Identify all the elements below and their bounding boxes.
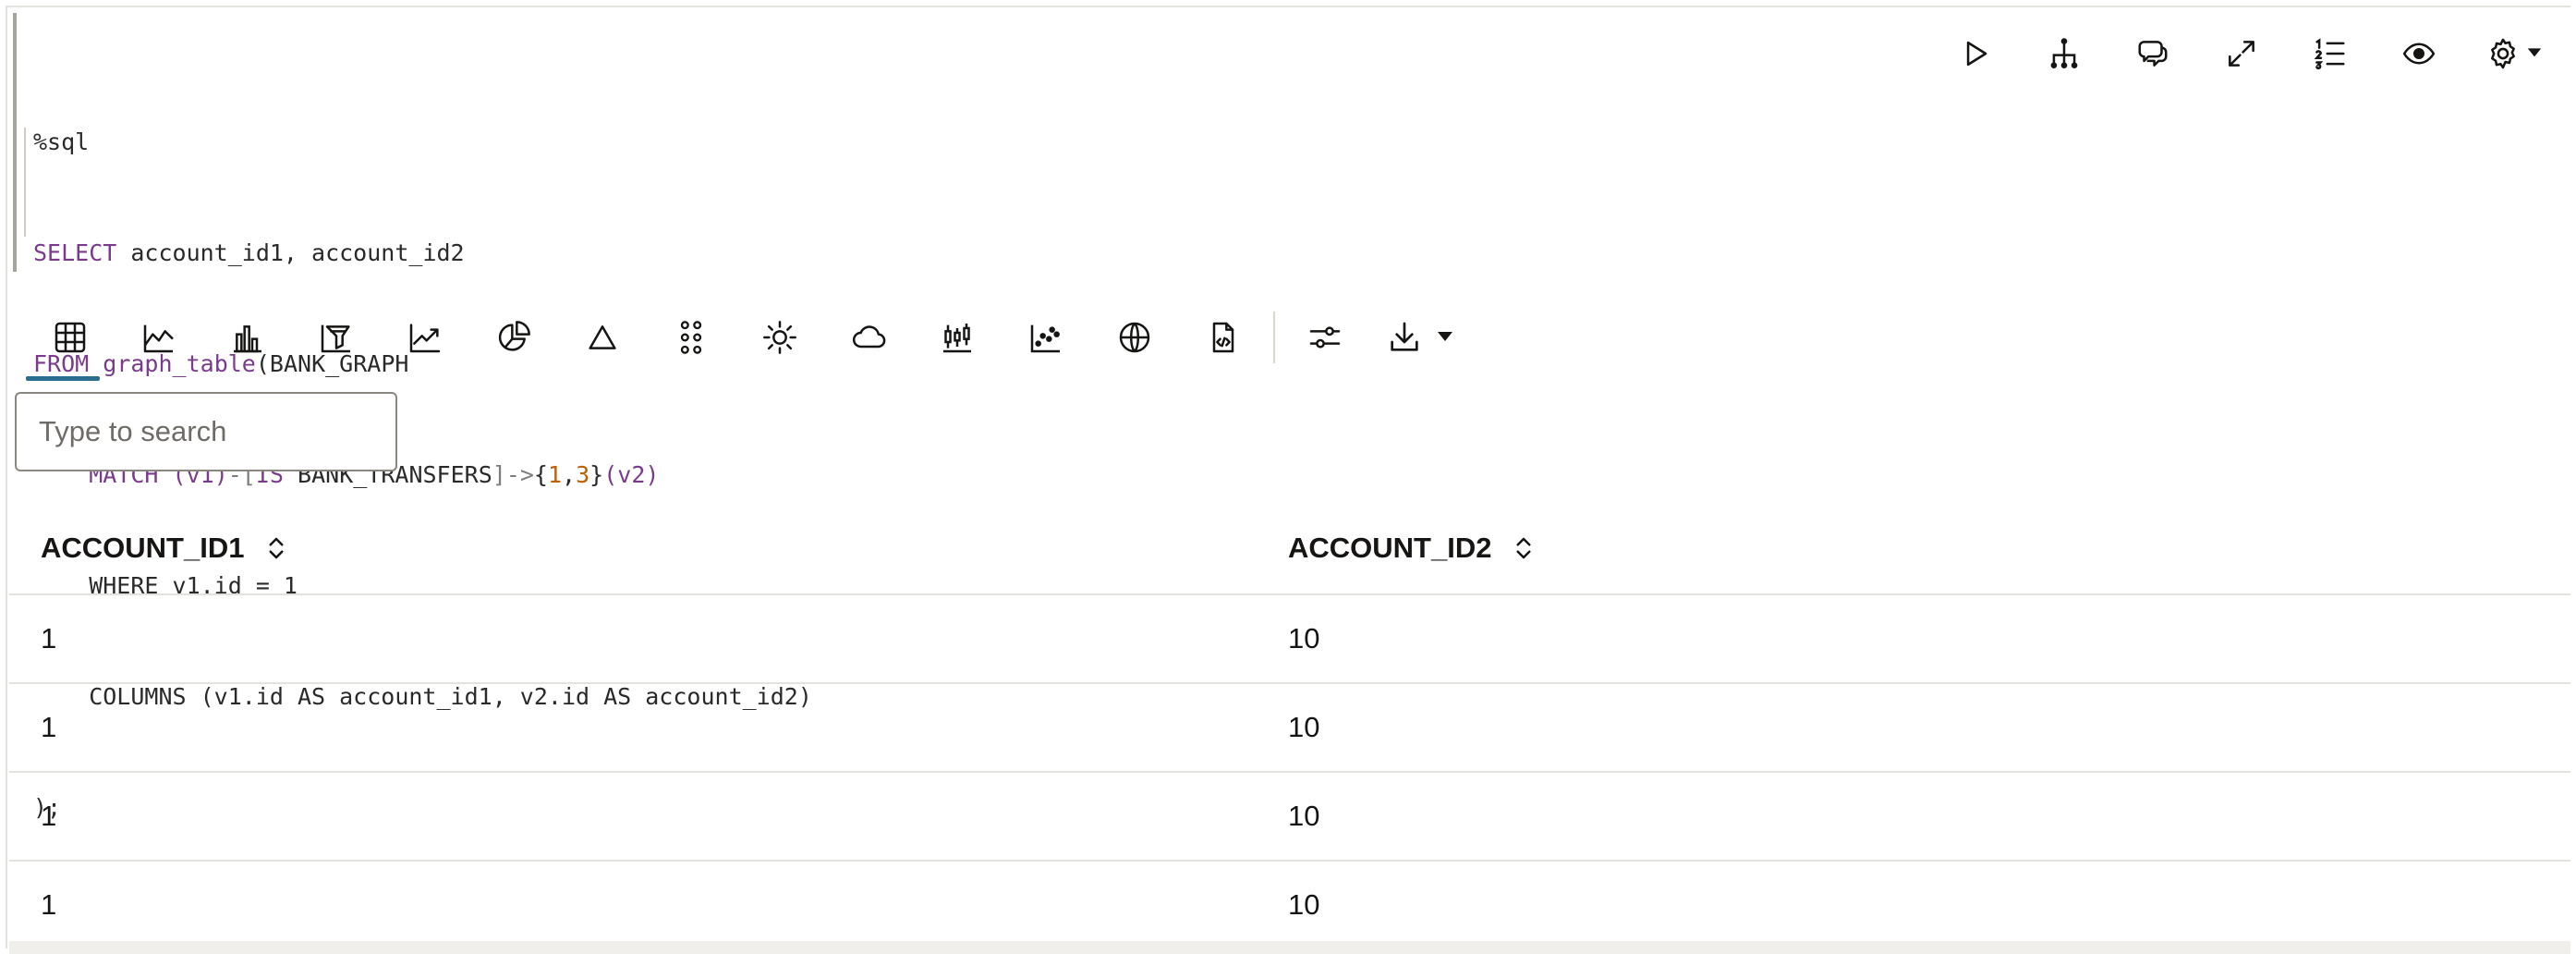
column-header-account-id2[interactable]: ACCOUNT_ID2 [1281,532,2570,565]
paragraph-actions-toolbar [1931,28,2565,80]
map-globe-icon [1119,322,1150,353]
pyramid-chart-icon [589,325,616,349]
scatter-plot-button[interactable] [1002,298,1090,377]
code-line-2: SELECT account_id1, account_id2 [33,235,1898,272]
table-cell: 1 [41,711,57,743]
code-text: SELECT account_id1, account_id2 [33,239,465,266]
settings-sliders-icon [1309,326,1341,349]
funnel-chart-button[interactable] [292,298,381,377]
indent-guide [24,128,26,237]
map-button[interactable] [1090,298,1179,377]
sort-icon[interactable] [1510,534,1537,562]
settings-menu-button[interactable] [2463,28,2565,80]
sunburst-button[interactable] [735,298,824,377]
caret-down-icon [2526,43,2543,65]
expand-icon [2229,41,2254,67]
run-icon [1966,41,1987,67]
results-table: ACCOUNT_ID1 ACCOUNT_ID2 1 10 1 10 1 10 1… [9,503,2570,950]
table-view-button[interactable] [26,298,115,381]
pyramid-chart-button[interactable] [558,298,647,377]
table-cell: 10 [1288,711,1320,743]
line-chart-icon [409,324,441,353]
tag-cloud-button[interactable] [824,298,913,377]
comment-icon [2138,41,2168,67]
table-cell: 1 [41,800,57,832]
dependency-tree-icon [2050,38,2078,68]
visualization-toolbar [26,296,1471,381]
comments-button[interactable] [2108,28,2197,80]
column-header-label: ACCOUNT_ID2 [1288,532,1492,564]
download-menu-button[interactable] [1369,298,1471,377]
table-row: 1 10 [9,684,2570,773]
table-cell: 10 [1288,622,1320,654]
dot-matrix-button[interactable] [647,298,735,377]
table-cell: 1 [41,888,57,921]
download-icon [1391,322,1418,351]
table-scroll-edge [9,941,2570,954]
area-chart-icon [143,324,174,353]
interpreter-directive: %sql [33,128,90,155]
table-cell: 10 [1288,800,1320,832]
line-numbers-button[interactable] [2286,28,2375,80]
bar-chart-button[interactable] [203,298,292,377]
toolbar-divider [1273,312,1275,363]
funnel-chart-icon [321,324,350,353]
settings-gear-icon [2491,38,2515,69]
table-cell: 1 [41,622,57,654]
chart-settings-button[interactable] [1281,298,1369,377]
sql-code-editor[interactable]: %sql SELECT account_id1, account_id2 FRO… [13,13,1898,821]
table-row: 1 10 [9,862,2570,950]
search-input[interactable] [15,392,397,471]
visibility-icon [2402,43,2436,65]
bar-chart-icon [234,325,261,353]
custom-viz-icon [1212,322,1234,353]
line-numbers-icon [2314,38,2345,70]
visibility-toggle-button[interactable] [2375,28,2463,80]
column-header-account-id1[interactable]: ACCOUNT_ID1 [9,532,1281,565]
dependencies-button[interactable] [2020,28,2108,80]
caret-down-icon [1436,326,1454,349]
line-chart-button[interactable] [381,298,469,377]
scatter-plot-icon [1030,324,1060,353]
boxplot-button[interactable] [913,298,1002,377]
sort-icon[interactable] [262,534,290,562]
dot-matrix-icon [680,321,702,354]
table-view-icon [55,322,86,353]
custom-viz-button[interactable] [1179,298,1268,377]
pie-chart-button[interactable] [469,298,558,377]
pie-chart-icon [498,321,530,351]
table-cell: 10 [1288,888,1320,921]
table-row: 1 10 [9,595,2570,684]
tag-cloud-icon [852,325,886,349]
column-header-label: ACCOUNT_ID1 [41,532,245,564]
area-chart-button[interactable] [115,298,203,377]
expand-button[interactable] [2197,28,2286,80]
run-button[interactable] [1931,28,2020,80]
table-header-row: ACCOUNT_ID1 ACCOUNT_ID2 [9,503,2570,595]
code-line-1: %sql [33,124,1898,161]
sunburst-icon [763,321,796,354]
boxplot-icon [943,324,971,353]
table-row: 1 10 [9,773,2570,862]
